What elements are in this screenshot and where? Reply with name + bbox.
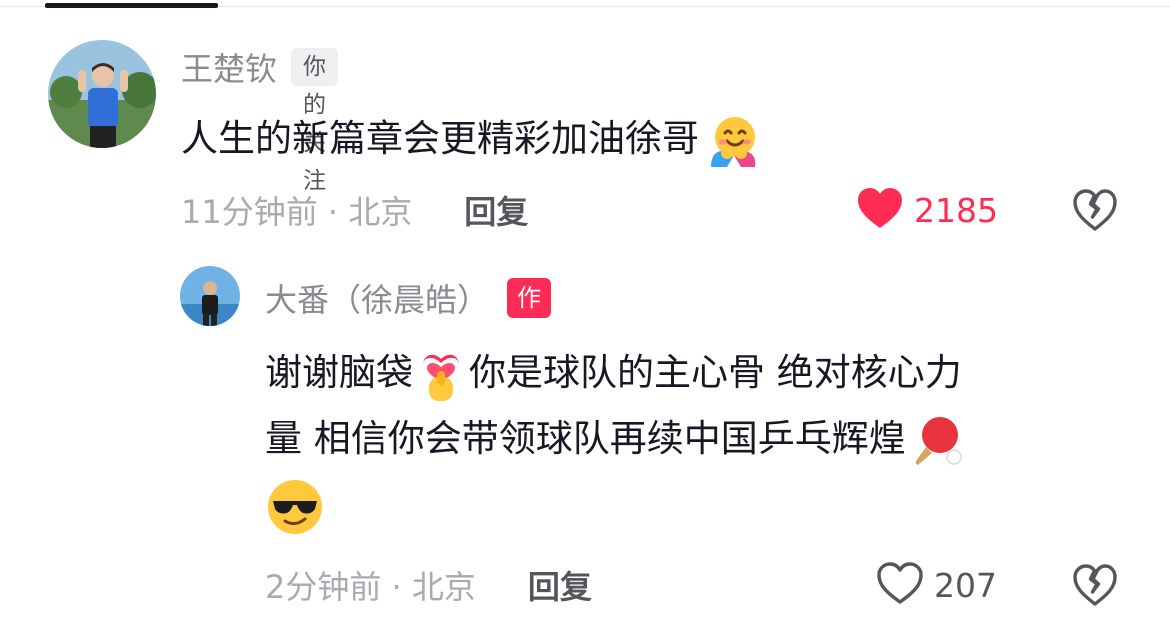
- comment-body-part1: 谢谢脑袋: [265, 351, 413, 394]
- avatar-photo: [48, 40, 156, 148]
- heart-outline-icon: [876, 561, 924, 609]
- reply-button[interactable]: 回复: [464, 187, 528, 233]
- like-button[interactable]: 2185: [856, 186, 998, 234]
- heart-filled-icon: [856, 186, 904, 234]
- comment-text: 谢谢脑袋 你是球队的主心骨 绝对核心力 量 相信你会带领球队再续中国乒乓辉煌: [265, 340, 1145, 538]
- hugging-face-icon: [705, 113, 761, 169]
- comment-time-location: 2分钟前 · 北京: [265, 568, 476, 606]
- finger-heart-icon: [419, 347, 463, 403]
- comment-body-part2: 你是球队的主心骨 绝对核心力: [469, 351, 962, 394]
- comment-body: 人生的新篇章会更精彩加油徐哥: [181, 117, 699, 160]
- following-badge: 你的关注: [291, 48, 339, 194]
- avatar-photo: [180, 266, 240, 326]
- like-count: 2185: [914, 190, 998, 230]
- broken-heart-icon[interactable]: [1072, 188, 1118, 236]
- like-button[interactable]: 207: [876, 561, 997, 609]
- comment-text: 人生的新篇章会更精彩加油徐哥: [181, 111, 761, 169]
- username[interactable]: 王楚钦: [181, 44, 277, 90]
- author-badge: 作者: [507, 278, 552, 352]
- comment-body-part3: 量 相信你会带领球队再续中国乒乓辉煌: [265, 417, 906, 460]
- username[interactable]: 大番（徐晨皓）: [265, 275, 489, 321]
- comment-time-location: 11分钟前 · 北京: [181, 193, 413, 231]
- tab-indicator: [45, 3, 218, 8]
- sunglasses-face-icon: [265, 477, 325, 537]
- avatar[interactable]: [180, 266, 240, 326]
- avatar[interactable]: [48, 40, 156, 148]
- reply-button[interactable]: 回复: [528, 562, 592, 608]
- broken-heart-icon[interactable]: [1072, 563, 1118, 611]
- ping-pong-icon: [910, 413, 966, 469]
- comment-list: 王楚钦 你的关注 人生的新篇章会更精彩加油徐哥 11分钟前 · 北京 回复 21…: [0, 0, 1170, 631]
- like-count: 207: [934, 565, 997, 605]
